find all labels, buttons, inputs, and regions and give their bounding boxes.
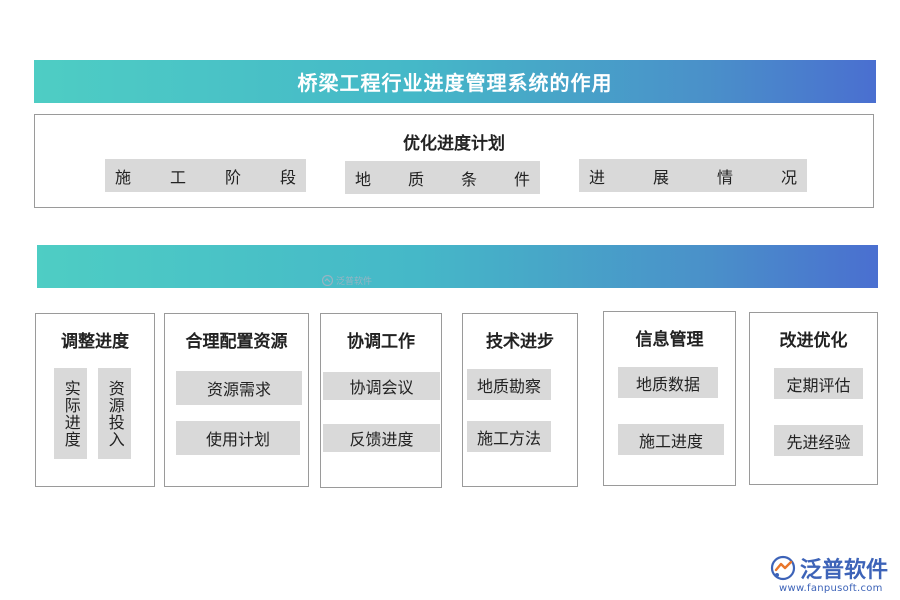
card-improve-optimize: 改进优化 定期评估 先进经验 <box>749 312 878 485</box>
page-title: 桥梁工程行业进度管理系统的作用 <box>297 71 613 95</box>
card-title: 信息管理 <box>635 330 704 350</box>
tag-char: 施 <box>115 167 132 187</box>
tag-label: 地质勘察 <box>476 376 541 396</box>
construction-progress-tag: 施工进度 <box>618 424 724 455</box>
optimize-plan-box: 优化进度计划 施 工 阶 段 地 质 条 件 进 展 情 况 <box>34 114 874 208</box>
feedback-progress-tag: 反馈进度 <box>323 424 440 452</box>
tag-char: 条 <box>460 169 477 189</box>
card-title: 改进优化 <box>779 331 848 351</box>
tag-char: 地 <box>355 169 372 189</box>
periodic-assessment-tag: 定期评估 <box>774 368 863 399</box>
tag-char: 工 <box>169 167 186 187</box>
tag-label: 定期评估 <box>786 375 851 395</box>
watermark-text: 泛普软件 <box>336 277 373 287</box>
tag-label: 实际进度 <box>61 379 81 448</box>
tag-label: 资源投入 <box>105 379 125 448</box>
tag-char: 况 <box>780 167 797 187</box>
tag-char: 进 <box>589 167 606 187</box>
card-allocate-resources: 合理配置资源 资源需求 使用计划 <box>164 313 309 487</box>
construction-stage-tag: 施 工 阶 段 <box>105 159 306 192</box>
tag-char: 展 <box>652 167 669 187</box>
geological-condition-tag: 地 质 条 件 <box>345 161 540 194</box>
tag-label: 资源需求 <box>206 380 271 399</box>
advanced-experience-tag: 先进经验 <box>774 425 863 456</box>
tag-label: 施工方法 <box>476 428 541 448</box>
brand-name: 泛普软件 <box>800 558 889 583</box>
tag-label: 施工进度 <box>638 431 703 451</box>
tag-label: 协调会议 <box>349 378 414 397</box>
tag-label: 使用计划 <box>205 430 270 449</box>
brand-logo-icon <box>770 555 796 581</box>
card-title: 技术进步 <box>486 332 554 352</box>
section-banner <box>37 245 878 288</box>
watermark-logo-icon <box>322 275 333 286</box>
tag-char: 情 <box>716 167 733 187</box>
geological-survey-tag: 地质勘察 <box>467 369 551 400</box>
card-adjust-progress: 调整进度 实际进度 资源投入 <box>35 313 155 487</box>
tag-label: 先进经验 <box>786 432 851 452</box>
card-title: 合理配置资源 <box>185 332 288 352</box>
watermark: 泛普软件 <box>322 274 372 287</box>
card-title: 协调工作 <box>347 332 415 352</box>
coordination-meeting-tag: 协调会议 <box>323 372 440 400</box>
brand-url: www.fanpusoft.com <box>779 583 883 594</box>
geological-data-tag: 地质数据 <box>618 367 718 398</box>
optimize-plan-title: 优化进度计划 <box>403 134 505 154</box>
tag-label: 反馈进度 <box>349 430 414 449</box>
tag-label: 地质数据 <box>635 374 700 394</box>
tag-char: 段 <box>279 167 296 187</box>
tag-char: 件 <box>513 169 530 189</box>
resource-input-tag: 资源投入 <box>98 368 131 459</box>
construction-method-tag: 施工方法 <box>467 421 551 452</box>
card-title: 调整进度 <box>61 332 129 352</box>
resource-demand-tag: 资源需求 <box>176 371 302 405</box>
card-information-management: 信息管理 地质数据 施工进度 <box>603 311 736 486</box>
progress-status-tag: 进 展 情 况 <box>579 159 807 192</box>
card-coordinate-work: 协调工作 协调会议 反馈进度 <box>320 313 442 488</box>
title-banner: 桥梁工程行业进度管理系统的作用 <box>34 60 876 103</box>
tag-char: 质 <box>407 169 424 189</box>
tag-char: 阶 <box>224 167 241 187</box>
usage-plan-tag: 使用计划 <box>176 421 300 455</box>
card-technical-progress: 技术进步 地质勘察 施工方法 <box>462 313 578 487</box>
actual-progress-tag: 实际进度 <box>54 368 87 459</box>
brand-logo: 泛普软件 <box>770 552 888 584</box>
